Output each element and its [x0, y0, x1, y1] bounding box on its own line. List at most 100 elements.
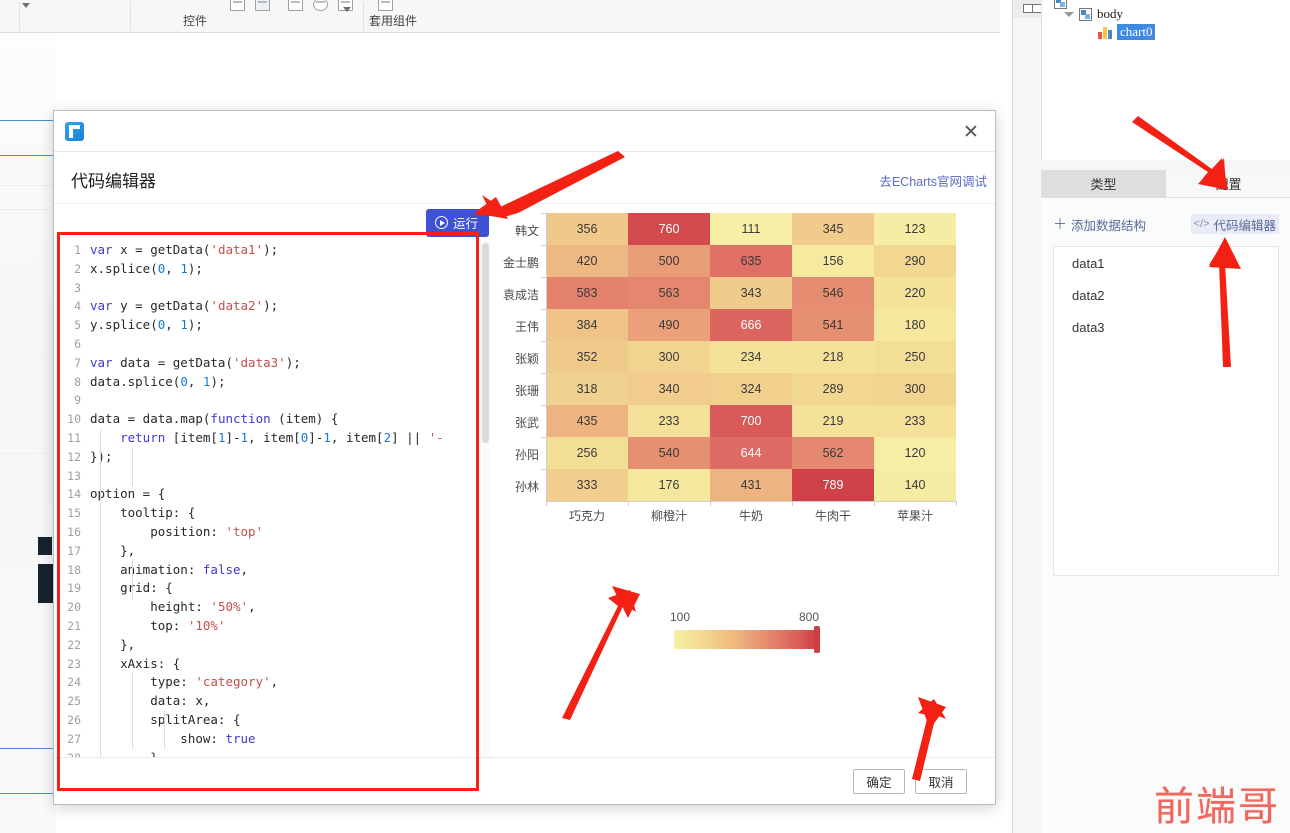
right-panel-tabs[interactable]: 类型 配置	[1041, 170, 1290, 198]
list-item[interactable]: data1	[1054, 247, 1278, 279]
heatmap-cell[interactable]: 318	[546, 373, 628, 405]
cancel-button[interactable]: 取消	[915, 768, 967, 794]
heatmap-cell[interactable]: 220	[874, 277, 956, 309]
heatmap-cell[interactable]: 789	[792, 469, 874, 501]
heatmap-y-label: 孙阳	[514, 448, 539, 462]
heatmap-cell[interactable]: 123	[874, 213, 956, 245]
code-line: 18 animation: false,	[54, 561, 491, 580]
list-item[interactable]: data2	[1054, 279, 1278, 311]
heatmap-cell[interactable]: 666	[710, 309, 792, 341]
close-icon[interactable]: ✕	[959, 120, 983, 144]
heatmap-cell[interactable]: 352	[546, 341, 628, 373]
toolbar-expand-controls[interactable]	[343, 7, 351, 30]
heatmap-cell[interactable]: 290	[874, 245, 956, 277]
heatmap-cell[interactable]: 111	[710, 213, 792, 245]
heatmap-cell[interactable]: 120	[874, 437, 956, 469]
data-structure-list[interactable]: data1 data2 data3	[1053, 246, 1279, 576]
tab-config[interactable]: 配置	[1166, 170, 1290, 197]
heatmap-y-axis	[546, 213, 547, 501]
clock-icon[interactable]	[313, 0, 328, 11]
heatmap-cell[interactable]: 234	[710, 341, 792, 373]
form-field-icon[interactable]	[230, 0, 245, 11]
line-number: 10	[67, 412, 81, 427]
canvas-widget-block[interactable]	[38, 564, 54, 603]
heatmap-cell[interactable]: 562	[792, 437, 874, 469]
component-tree[interactable]: body chart0	[1041, 0, 1290, 160]
heatmap-x-tick	[546, 501, 547, 506]
heatmap-y-label: 袁成洁	[502, 288, 539, 302]
echarts-docs-link[interactable]: 去ECharts官网调试	[879, 171, 987, 190]
heatmap-cell[interactable]: 300	[628, 341, 710, 373]
toolbar-divider	[363, 2, 364, 31]
confirm-button[interactable]: 确定	[853, 768, 905, 794]
line-number: 15	[67, 506, 81, 521]
heatmap-cell[interactable]: 340	[628, 373, 710, 405]
tab-type[interactable]: 类型	[1041, 170, 1166, 197]
heatmap-cell[interactable]: 218	[792, 341, 874, 373]
heatmap-cell[interactable]: 233	[874, 405, 956, 437]
scrollbar-thumb[interactable]	[482, 243, 489, 443]
code-line: 12});	[54, 448, 491, 467]
heatmap-cell[interactable]: 700	[710, 405, 792, 437]
heatmap-cell[interactable]: 431	[710, 469, 792, 501]
heatmap-cell[interactable]: 384	[546, 309, 628, 341]
heatmap-cell[interactable]: 540	[628, 437, 710, 469]
image-icon[interactable]	[288, 0, 303, 11]
indent-guide	[132, 673, 133, 749]
code-text: },	[90, 636, 136, 652]
line-number: 21	[67, 618, 81, 633]
heatmap-cell[interactable]: 333	[546, 469, 628, 501]
heatmap-cell[interactable]: 635	[710, 245, 792, 277]
toolbar-expand-left[interactable]	[22, 3, 30, 26]
heatmap-y-label: 张珊	[514, 384, 539, 398]
line-number: 12	[67, 449, 81, 464]
code-line: 1 var x = getData('data1');	[54, 241, 491, 260]
toolbar-icon-group-c	[378, 0, 393, 12]
layout-icon[interactable]	[378, 0, 393, 11]
list-item[interactable]: data3	[1054, 311, 1278, 343]
visual-map-handle[interactable]	[814, 626, 820, 653]
line-number: 8	[74, 374, 81, 389]
heatmap-cell[interactable]: 156	[792, 245, 874, 277]
code-editor-button[interactable]: </> 代码编辑器	[1190, 214, 1279, 234]
heatmap-cell[interactable]: 420	[546, 245, 628, 277]
heatmap-cell[interactable]: 500	[628, 245, 710, 277]
heatmap-cell[interactable]: 256	[546, 437, 628, 469]
heatmap-cell[interactable]: 180	[874, 309, 956, 341]
grid-layout-icon[interactable]	[1023, 4, 1042, 13]
heatmap-cell[interactable]: 541	[792, 309, 874, 341]
heatmap-cell[interactable]: 300	[874, 373, 956, 405]
heatmap-cell[interactable]: 250	[874, 341, 956, 373]
code-line: 27 show: true	[54, 730, 491, 749]
heatmap-cell[interactable]: 140	[874, 469, 956, 501]
run-button[interactable]: 运行	[425, 209, 489, 237]
heatmap-cell[interactable]: 345	[792, 213, 874, 245]
code-line: 23 xAxis: {	[54, 655, 491, 674]
heatmap-chart[interactable]: 356 760 111 345 123 韩文 420 500 635 156 290 金士鹏 583 56…	[491, 205, 995, 765]
heatmap-cell[interactable]: 644	[710, 437, 792, 469]
tree-row-body[interactable]: body	[1064, 6, 1123, 22]
heatmap-cell[interactable]: 563	[628, 277, 710, 309]
heatmap-cell[interactable]: 343	[710, 277, 792, 309]
heatmap-cell[interactable]: 176	[628, 469, 710, 501]
add-data-structure-button[interactable]: ＋ 添加数据结构	[1053, 214, 1146, 234]
heatmap-cell[interactable]: 583	[546, 277, 628, 309]
heatmap-cell[interactable]: 760	[628, 213, 710, 245]
heatmap-cell[interactable]: 356	[546, 213, 628, 245]
heatmap-cell[interactable]: 219	[792, 405, 874, 437]
canvas-widget-block[interactable]	[38, 537, 52, 555]
play-circle-icon	[434, 216, 448, 229]
tree-row-chart0[interactable]: chart0	[1098, 24, 1156, 40]
triangle-down-icon[interactable]	[1064, 11, 1074, 17]
heatmap-cell[interactable]: 490	[628, 309, 710, 341]
canvas-guide-line	[0, 155, 56, 156]
heatmap-cell[interactable]: 324	[710, 373, 792, 405]
table-icon[interactable]	[255, 0, 270, 11]
heatmap-cell[interactable]: 233	[628, 405, 710, 437]
heatmap-cell[interactable]: 546	[792, 277, 874, 309]
code-line: 2 x.splice(0, 1);	[54, 260, 491, 279]
code-editor-textarea[interactable]: 1 var x = getData('data1'); 2 x.splice(0, 1…	[54, 241, 491, 765]
visual-map-gradient-bar[interactable]	[674, 630, 818, 649]
heatmap-cell[interactable]: 289	[792, 373, 874, 405]
heatmap-cell[interactable]: 435	[546, 405, 628, 437]
